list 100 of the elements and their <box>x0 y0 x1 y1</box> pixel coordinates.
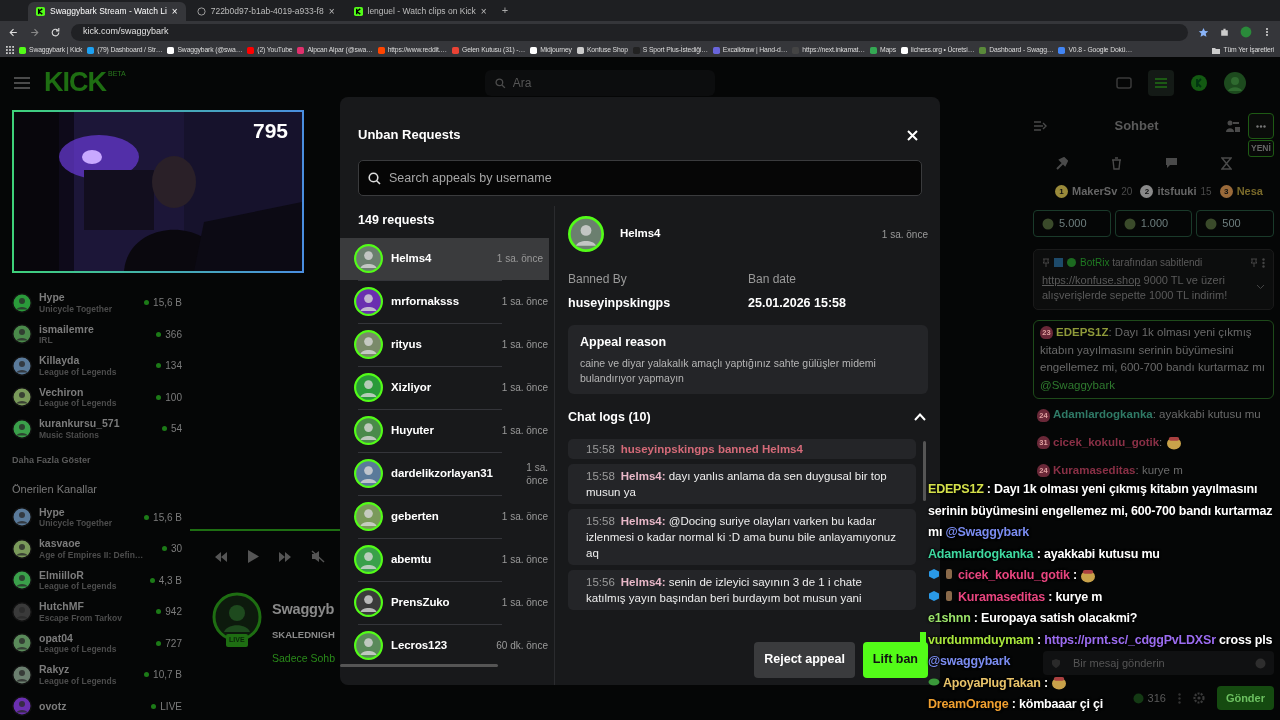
channel-item[interactable]: kurankursu_571 Music Stations 54 <box>12 413 182 445</box>
message-text: kömbaaar çi çi <box>1019 697 1104 711</box>
request-item[interactable]: mrfornaksss 1 sa. önce <box>340 280 554 323</box>
channel-item[interactable]: Killayda League of Legends 134 <box>12 350 182 382</box>
channel-item[interactable]: Vechiron League of Legends 100 <box>12 381 182 413</box>
collapse-icon[interactable] <box>1033 120 1047 132</box>
fast-forward-icon[interactable] <box>278 550 292 563</box>
channel-name: kasvaoe <box>39 537 82 550</box>
channel-name[interactable]: Swaggyb <box>272 599 336 621</box>
channel-category: League of Legends <box>39 398 117 409</box>
shield-icon <box>1051 658 1061 669</box>
users-icon[interactable] <box>1226 119 1240 133</box>
viewer-count: LIVE <box>160 699 182 714</box>
channel-category: Age of Empires II: Defin… <box>39 549 144 561</box>
message-text: ayakkabi kutusu mu <box>1043 546 1160 561</box>
avatar <box>12 601 32 622</box>
message-input-field[interactable]: Bir mesaj gönderin <box>1043 651 1274 675</box>
address-bar[interactable]: kick.com/swaggybark <box>71 23 1188 41</box>
reject-button[interactable]: Reject appeal <box>754 641 855 678</box>
channel-category: Escape From Tarkov <box>39 612 122 624</box>
browser-tab[interactable]: lenguel - Watch clips on Kick × <box>345 2 495 21</box>
viewer-count: 727 <box>165 636 182 651</box>
extension-icon[interactable] <box>1219 26 1230 38</box>
channel-item[interactable]: Hype Unicycle Together 15,6 B <box>12 501 182 533</box>
browser-tab[interactable]: Swaggybark Stream - Watch Li × <box>28 2 186 21</box>
mention-link[interactable]: @swaggybark <box>928 654 1011 668</box>
channel-item[interactable]: ismailemre IRL 366 <box>12 318 182 350</box>
lift-ban-button[interactable]: Lift ban <box>862 641 928 678</box>
close-button[interactable] <box>907 129 918 141</box>
star-icon[interactable] <box>1198 26 1209 38</box>
hourglass-icon[interactable] <box>1221 156 1233 170</box>
avatar <box>354 373 383 403</box>
avatar <box>354 330 383 360</box>
more-button[interactable] <box>1248 113 1274 139</box>
search-field[interactable]: Search appeals by username <box>358 160 922 196</box>
chat-link[interactable]: https://prnt.sc/_cdggPvLDXSr <box>1044 632 1216 647</box>
back-icon[interactable] <box>8 26 19 38</box>
browse-icon[interactable] <box>1116 76 1132 89</box>
mention-link[interactable]: @Swaggybark <box>945 525 1030 539</box>
profile-icon[interactable] <box>1240 26 1252 38</box>
reload-icon[interactable] <box>50 26 61 38</box>
chevron-up-icon[interactable] <box>914 413 926 422</box>
leaderboard-entry[interactable]: 3 Nesa <box>1219 182 1263 200</box>
leaderboard-entry[interactable]: 2 itsfuuki 15 <box>1140 182 1212 200</box>
channel-item[interactable]: Hype Unicycle Together 15,6 B <box>12 287 182 319</box>
avatar <box>12 507 32 528</box>
request-item[interactable]: abemtu 1 sa. önce <box>340 538 554 581</box>
viewer-count: 10,7 B <box>153 668 182 683</box>
close-button[interactable]: × <box>480 4 487 19</box>
avatar <box>354 416 383 446</box>
gift-goal-card[interactable]: 500 <box>1196 210 1274 237</box>
settings-icon[interactable] <box>1192 692 1205 704</box>
channel-item[interactable]: kasvaoe Age of Empires II: Defin… 30 <box>12 533 182 565</box>
mute-icon[interactable] <box>311 550 325 563</box>
channel-item[interactable]: HutchMF Escape From Tarkov 942 <box>12 596 182 628</box>
avatar <box>354 244 383 274</box>
request-item[interactable]: rityus 1 sa. önce <box>340 323 554 366</box>
request-item[interactable]: Huyuter 1 sa. önce <box>340 409 554 452</box>
rewind-icon[interactable] <box>214 550 228 563</box>
mention-link[interactable]: @Swaggybark <box>1040 379 1115 392</box>
request-item[interactable]: geberten 1 sa. önce <box>340 495 554 538</box>
site-icon <box>167 46 175 54</box>
gift-goal-card[interactable]: 5.000 <box>1033 210 1111 237</box>
close-button[interactable]: × <box>171 4 178 19</box>
search-field[interactable]: Ara <box>484 69 715 96</box>
gift-goal-card[interactable]: 1.000 <box>1114 210 1193 237</box>
category-link[interactable]: Sadece Sohb <box>272 651 336 667</box>
forward-icon[interactable] <box>29 26 40 38</box>
pinned-text: https://konfuse.shop 9000 TL ve üzeri alışverişlerde sepette 1000 TL indirim! <box>1042 273 1229 304</box>
request-item[interactable]: Helms4 1 sa. önce <box>340 237 549 280</box>
browser-tab[interactable]: 722b0d97-b1ab-4019-a933-f8 × <box>188 2 343 21</box>
profile-avatar[interactable] <box>1224 71 1246 94</box>
channel-item[interactable]: opat04 League of Legends 727 <box>12 627 182 659</box>
leaderboard-entry[interactable]: 1 MakerSv 20 <box>1055 182 1133 200</box>
username: ApoyaPlugTakan <box>943 675 1041 690</box>
chevron-down-icon[interactable] <box>1256 283 1265 290</box>
send-button[interactable]: Gönder <box>1216 686 1274 710</box>
request-item[interactable]: dardelikzorlayan31 1 sa. önce <box>340 452 554 495</box>
trash-icon[interactable] <box>1110 156 1122 170</box>
grid-icon[interactable] <box>1148 69 1174 96</box>
request-item[interactable]: Xizliyor 1 sa. önce <box>340 366 554 409</box>
coin-icon[interactable] <box>1190 73 1208 92</box>
site-icon <box>1058 46 1066 54</box>
chat-log-entry: 15:58 Helms4: dayı yanlıs anlama da sen duygusal bir top musun ya <box>568 463 916 504</box>
channel-avatar[interactable] <box>212 592 262 642</box>
channel-item[interactable]: ovotz LIVE <box>12 690 182 720</box>
hammer-icon[interactable] <box>1054 156 1068 170</box>
message-text: cross pls <box>1219 632 1273 647</box>
new-tab-button[interactable]: + <box>501 2 509 19</box>
request-item[interactable]: Lecros123 60 dk. önce <box>340 624 554 667</box>
channel-item[interactable]: ElmiilloR League of Legends 4,3 B <box>12 564 182 596</box>
section-title: Önerilen Kanallar <box>12 482 98 497</box>
chat-icon[interactable] <box>1165 157 1179 169</box>
play-icon[interactable] <box>247 550 259 563</box>
kebab-icon[interactable] <box>1262 257 1265 268</box>
request-item[interactable]: PrensZuko 1 sa. önce <box>340 581 554 624</box>
channel-item[interactable]: Rakyz League of Legends 10,7 B <box>12 659 182 691</box>
close-button[interactable]: × <box>328 4 335 19</box>
apps-icon[interactable] <box>6 46 14 54</box>
unpin-icon[interactable] <box>1250 258 1258 267</box>
